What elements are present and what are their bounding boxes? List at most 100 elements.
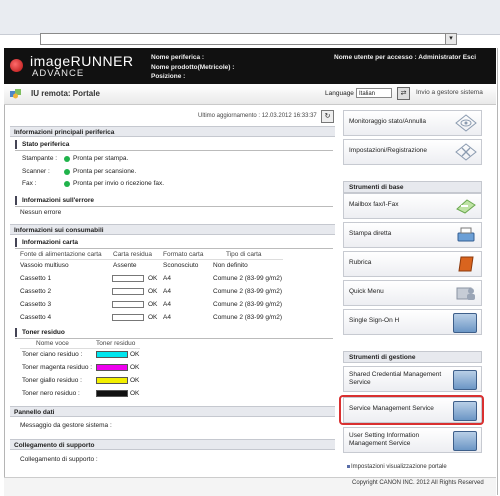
- paper-source: Cassetto 3: [20, 301, 52, 308]
- paper-level-bar: [112, 288, 144, 295]
- portal-settings-link[interactable]: Impostazioni visualizzazione portale: [351, 464, 447, 470]
- panel-data-header: Pannello dati: [10, 406, 335, 417]
- paper-status: OK: [148, 275, 158, 282]
- user-setting-info-button[interactable]: User Setting Information Management Serv…: [343, 427, 482, 453]
- language-apply-icon[interactable]: ⇄: [397, 87, 410, 100]
- divider: [20, 348, 140, 349]
- fax-status-value: Pronta per invio o ricezione fax.: [73, 180, 165, 187]
- address-dropdown-button[interactable]: ▾: [445, 33, 457, 45]
- consumables-header: Informazioni sui consumabili: [10, 224, 335, 235]
- paper-format: A4: [163, 275, 171, 282]
- product-name-label: Nome prodotto(Metricole) :: [151, 64, 235, 71]
- refresh-icon[interactable]: ↻: [321, 110, 334, 123]
- quick-menu-icon: [456, 287, 475, 300]
- error-info-header: Informazioni sull'errore: [15, 196, 94, 205]
- tools-icon: [455, 143, 477, 161]
- copyright-text: Copyright CANON INC. 2012 All Rights Res…: [352, 480, 484, 486]
- status-monitor-button[interactable]: Monitoraggio stato/Annulla: [343, 110, 482, 136]
- selection-highlight: [339, 395, 484, 425]
- browser-toolbar: [0, 0, 500, 35]
- panel-message-label: Messaggio da gestore sistema :: [20, 422, 112, 429]
- language-select[interactable]: Italian: [356, 88, 392, 98]
- paper-level-bar: [112, 301, 144, 308]
- management-tools-header: Strumenti di gestione: [343, 351, 482, 363]
- shared-credential-label: Shared Credential Management Service: [349, 371, 442, 386]
- printer-status-label: Stampante :: [22, 155, 58, 162]
- paper-level-bar: [112, 275, 144, 282]
- divider: [20, 259, 283, 260]
- toner-col-name: Nome voce: [36, 340, 69, 347]
- toner-label: Toner magenta residuo :: [22, 364, 93, 371]
- status-monitor-label: Monitoraggio stato/Annulla: [349, 118, 426, 125]
- toner-label: Toner nero residuo :: [22, 390, 80, 397]
- user-setting-info-label: User Setting Information Management Serv…: [349, 432, 420, 447]
- paper-source: Cassetto 2: [20, 288, 52, 295]
- single-sign-on-label: Single Sign-On H: [349, 317, 400, 324]
- paper-format: A4: [163, 288, 171, 295]
- error-value: Nessun errore: [20, 209, 62, 216]
- eye-icon: [455, 114, 477, 132]
- direct-print-button[interactable]: Stampa diretta: [343, 222, 482, 248]
- toner-status: OK: [130, 377, 140, 384]
- monitor-icon: [453, 370, 477, 390]
- paper-source: Cassetto 4: [20, 314, 52, 321]
- login-user-info[interactable]: Nome utente per accesso : Administrator …: [334, 54, 476, 61]
- scanner-status-value: Pronta per scansione.: [73, 168, 137, 175]
- toner-header: Toner residuo: [15, 328, 65, 337]
- divider: [15, 248, 333, 249]
- paper-type: Non definito: [213, 262, 248, 269]
- mailbox-fax-icon: [456, 199, 476, 214]
- canon-logo-icon: [10, 59, 23, 72]
- single-sign-on-button[interactable]: Single Sign-On H: [343, 309, 482, 335]
- paper-col-type: Tipo di carta: [226, 251, 262, 258]
- quick-menu-button[interactable]: Quick Menu: [343, 280, 482, 306]
- monitor-icon: [453, 431, 477, 451]
- portal-icon: [10, 89, 21, 99]
- fax-status-label: Fax :: [22, 180, 37, 187]
- paper-info-header: Informazioni carta: [15, 238, 78, 247]
- brand-title: imageRUNNER: [30, 53, 134, 69]
- support-link-label: Collegamento di supporto :: [20, 456, 98, 463]
- paper-status: OK: [148, 314, 158, 321]
- admin-link[interactable]: Invio a gestore sistema: [416, 89, 483, 96]
- settings-registration-button[interactable]: Impostazioni/Registrazione: [343, 139, 482, 165]
- last-update-text: Ultimo aggiornamento : 12.03.2012 16:33:…: [198, 113, 317, 119]
- toner-label: Toner ciano residuo :: [22, 351, 83, 358]
- paper-type: Comune 2 (83-99 g/m2): [213, 288, 283, 295]
- brand-subtitle: ADVANCE: [32, 68, 85, 79]
- toner-status: OK: [130, 364, 140, 371]
- status-ok-icon: [64, 181, 70, 187]
- address-book-button[interactable]: Rubrica: [343, 251, 482, 277]
- paper-status: OK: [148, 288, 158, 295]
- fax-mailbox-button[interactable]: Mailbox fax/I-Fax: [343, 193, 482, 219]
- status-ok-icon: [64, 169, 70, 175]
- shared-credential-button[interactable]: Shared Credential Management Service: [343, 366, 482, 392]
- direct-print-label: Stampa diretta: [349, 230, 392, 237]
- device-name-label: Nome periferica :: [151, 54, 205, 61]
- toner-col-remaining: Toner residuo: [96, 340, 136, 347]
- scanner-status-label: Scanner :: [22, 168, 50, 175]
- address-bar[interactable]: [40, 33, 456, 45]
- toner-label: Toner giallo residuo :: [22, 377, 82, 384]
- paper-level-bar: [112, 314, 144, 321]
- settings-registration-label: Impostazioni/Registrazione: [349, 147, 428, 154]
- language-label: Language: [325, 90, 354, 97]
- page-title: IU remota: Portale: [31, 89, 100, 98]
- paper-format: Sconosciuto: [163, 262, 199, 269]
- divider: [15, 150, 333, 151]
- address-book-icon: [458, 256, 474, 272]
- fax-mailbox-label: Mailbox fax/I-Fax: [349, 201, 399, 208]
- printer-icon: [457, 227, 475, 242]
- paper-status: OK: [148, 301, 158, 308]
- printer-status-value: Pronta per stampa.: [73, 155, 129, 162]
- toner-magenta-bar: [96, 364, 128, 371]
- toner-yellow-bar: [96, 377, 128, 384]
- basic-tools-header: Strumenti di base: [343, 181, 482, 193]
- paper-type: Comune 2 (83-99 g/m2): [213, 301, 283, 308]
- divider: [15, 206, 333, 207]
- monitor-icon: [453, 313, 477, 333]
- support-link-header: Collegamento di supporto: [10, 439, 335, 450]
- toner-black-bar: [96, 390, 128, 397]
- paper-type: Comune 2 (83-99 g/m2): [213, 314, 283, 321]
- paper-source: Vassoio multiuso: [20, 262, 69, 269]
